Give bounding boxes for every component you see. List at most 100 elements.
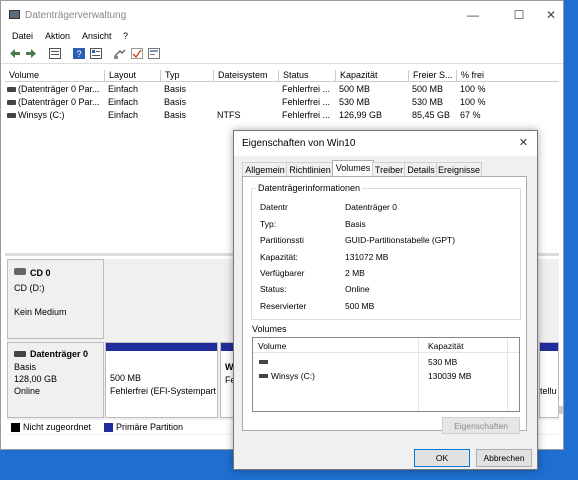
close-button[interactable]: ✕ xyxy=(533,1,569,30)
forward-icon[interactable] xyxy=(25,48,37,59)
dialog-title-bar: Eigenschaften von Win10 ✕ xyxy=(234,131,537,156)
disk-icon xyxy=(259,374,268,378)
col-kapazitaet[interactable]: Kapazität xyxy=(335,70,400,81)
cell-freier-speicher: 530 MB xyxy=(412,97,444,107)
partition-system[interactable]: tellu xyxy=(539,342,559,418)
info-label: Reservierter xyxy=(260,301,307,311)
col-dateisystem[interactable]: Dateisystem xyxy=(213,70,278,81)
cd-panel[interactable]: CD 0 CD (D:) Kein Medium xyxy=(7,259,104,339)
cell-layout: Einfach xyxy=(108,97,139,107)
back-icon[interactable] xyxy=(9,48,21,59)
cell-prozent-frei: 67 % xyxy=(460,110,481,120)
list-item[interactable]: Winsys (C:) 130039 MB xyxy=(253,370,503,383)
tab-richtlinien[interactable]: Richtlinien xyxy=(286,162,334,177)
title-bar: Datenträgerverwaltung — ☐ ✕ xyxy=(1,1,563,30)
cell-dateisystem: NTFS xyxy=(217,110,241,120)
cancel-button[interactable]: Abbrechen xyxy=(476,449,532,467)
volume-name: (Datenträger 0 Par... xyxy=(7,97,102,107)
col-volume[interactable]: Volume xyxy=(5,70,99,81)
help-icon[interactable]: ? xyxy=(73,48,85,59)
minimize-button[interactable]: — xyxy=(455,1,491,30)
cell-status: Fehlerfrei ... xyxy=(282,97,331,107)
partition-efi[interactable]: 500 MB Fehlerfrei (EFI-Systempart xyxy=(105,342,218,418)
cd-drive: CD (D:) xyxy=(14,283,45,293)
maximize-button[interactable]: ☐ xyxy=(501,1,537,30)
disk0-status: Online xyxy=(14,386,41,396)
table-row[interactable]: (Datenträger 0 Par... Einfach Basis Fehl… xyxy=(5,83,559,96)
info-value: Datenträger 0 xyxy=(345,202,397,212)
cell-kapazitaet: 126,99 GB xyxy=(339,110,383,120)
cell-kapazitaet: 500 MB xyxy=(339,84,371,94)
info-label: Partitionssti xyxy=(260,235,304,245)
window-title: Datenträgerverwaltung xyxy=(25,10,127,21)
menu-help[interactable]: ? xyxy=(123,31,128,41)
tab-details[interactable]: Details xyxy=(404,162,438,177)
properties-dialog: Eigenschaften von Win10 ✕ Allgemein Rich… xyxy=(233,130,538,470)
menu-ansicht[interactable]: Ansicht xyxy=(82,31,112,41)
check-icon[interactable] xyxy=(131,48,143,59)
col-layout[interactable]: Layout xyxy=(104,70,159,81)
volume-capacity: 130039 MB xyxy=(428,371,472,381)
cd-media-status: Kein Medium xyxy=(14,307,67,317)
disk-icon xyxy=(259,360,268,364)
settings-icon[interactable] xyxy=(148,48,160,59)
cell-typ: Basis xyxy=(164,84,187,94)
disk0-size: 128,00 GB xyxy=(14,374,58,384)
svg-text:?: ? xyxy=(77,49,82,59)
info-label: Typ: xyxy=(260,219,277,229)
volumes-label: Volumes xyxy=(252,324,287,334)
cell-layout: Einfach xyxy=(108,84,139,94)
partition-size: 500 MB xyxy=(110,373,142,383)
cell-typ: Basis xyxy=(164,110,187,120)
col-freier-speicher[interactable]: Freier S... xyxy=(408,70,453,81)
volume-table-header: Volume Layout Typ Dateisystem Status Kap… xyxy=(5,68,559,82)
volumes-list[interactable]: Volume Kapazität 530 MB Winsys (C:) 1300… xyxy=(252,337,520,412)
disk0-panel[interactable]: Datenträger 0 Basis 128,00 GB Online xyxy=(7,342,104,418)
disk0-type: Basis xyxy=(14,362,37,372)
info-value: 131072 MB xyxy=(345,252,389,262)
info-value: 500 MB xyxy=(345,301,375,311)
volume-name: Winsys (C:) xyxy=(271,371,315,381)
vertical-scrollbar[interactable] xyxy=(559,406,563,414)
menu-bar: Datei Aktion Ansicht ? xyxy=(1,30,563,45)
menu-datei[interactable]: Datei xyxy=(12,31,33,41)
tab-treiber[interactable]: Treiber xyxy=(372,162,406,177)
list-item[interactable]: 530 MB xyxy=(253,356,503,369)
cell-typ: Basis xyxy=(164,97,187,107)
cell-prozent-frei: 100 % xyxy=(460,97,486,107)
cell-layout: Einfach xyxy=(108,110,139,120)
dialog-close-button[interactable]: ✕ xyxy=(510,131,537,156)
toolbar: ? xyxy=(1,46,563,64)
volume-name: (Datenträger 0 Par... xyxy=(7,84,102,94)
col-volume[interactable]: Volume xyxy=(258,341,286,351)
volume-properties-button[interactable]: Eigenschaften xyxy=(442,417,520,434)
tab-allgemein[interactable]: Allgemein xyxy=(242,162,288,177)
col-typ[interactable]: Typ xyxy=(160,70,210,81)
connect-icon[interactable] xyxy=(114,48,126,59)
table-row[interactable]: (Datenträger 0 Par... Einfach Basis Fehl… xyxy=(5,96,559,109)
info-value: Online xyxy=(345,284,370,294)
legend-swatch-unassigned xyxy=(11,423,20,432)
tab-ereignisse[interactable]: Ereignisse xyxy=(436,162,482,177)
cell-freier-speicher: 500 MB xyxy=(412,84,444,94)
col-kapazitaet[interactable]: Kapazität xyxy=(428,341,463,351)
volumes-list-header xyxy=(253,338,519,353)
cell-status: Fehlerfrei ... xyxy=(282,110,331,120)
partition-header-bar xyxy=(106,343,217,351)
tab-panel-volumes: Datenträgerinformationen Datentr Datentr… xyxy=(242,176,527,434)
cell-text: (Datenträger 0 Par... xyxy=(18,84,100,94)
col-prozent-frei[interactable]: % frei xyxy=(456,70,501,81)
volume-name: Winsys (C:) xyxy=(7,110,102,120)
info-label: Datentr xyxy=(260,202,288,212)
list-view-icon[interactable] xyxy=(49,48,61,59)
disk-icon xyxy=(14,351,26,357)
table-row[interactable]: Winsys (C:) Einfach Basis NTFS Fehlerfre… xyxy=(5,109,559,122)
app-icon xyxy=(9,10,20,19)
cell-freier-speicher: 85,45 GB xyxy=(412,110,451,120)
partition-header-bar xyxy=(540,343,558,351)
ok-button[interactable]: OK xyxy=(414,449,470,467)
menu-aktion[interactable]: Aktion xyxy=(45,31,70,41)
col-status[interactable]: Status xyxy=(278,70,333,81)
legend-label-primary: Primäre Partition xyxy=(116,422,184,432)
properties-icon[interactable] xyxy=(90,48,102,59)
